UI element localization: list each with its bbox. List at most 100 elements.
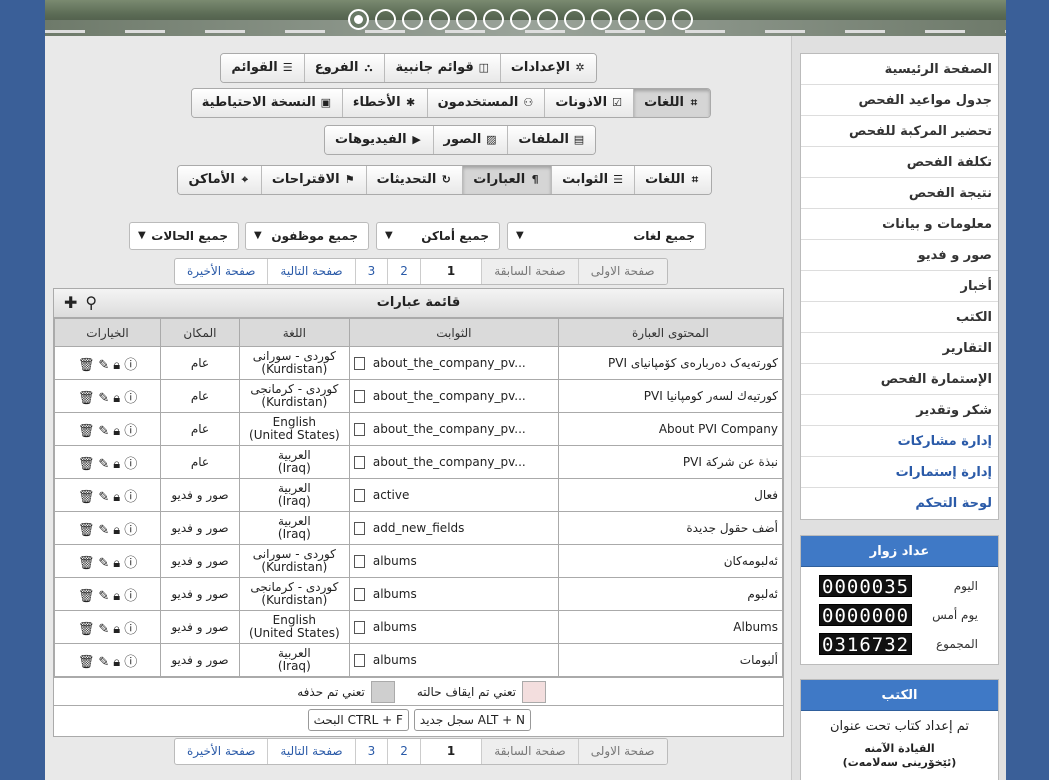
edit-icon[interactable]: ✎ [98,589,109,604]
table-row[interactable]: نبذة عن شركة PVI about_the_company_pv... ا… [53,445,784,479]
slider-dot[interactable] [348,9,369,30]
trash-icon[interactable]: 🗑︎ [78,391,95,406]
page-3-link[interactable]: 3 [354,739,388,764]
sidebar-item[interactable]: إدارة مشاركات [801,426,998,457]
edit-icon[interactable]: ✎ [98,457,109,472]
table-row[interactable]: أضف حقول جديدة add_new_fields العربية (Iraq… [53,511,784,545]
trash-icon[interactable]: 🗑︎ [78,556,95,571]
sidebar-item[interactable]: نتيجة الفحص [801,178,998,209]
edit-icon[interactable]: ✎ [98,358,109,373]
toolbar2-button[interactable]: ✱ الأخطاء [341,89,427,117]
sidebar-item[interactable]: تحضير المركبة للفحص [801,116,998,147]
info-icon[interactable]: ⓘ [124,585,137,604]
toolbar3-button[interactable]: ▶ الفيديوهات [325,126,433,154]
table-row[interactable]: ئەلبوم albums كوردى - كرمانجى (Kurdistan) صو… [53,577,784,611]
trash-icon[interactable]: 🗑︎ [78,457,95,472]
prev-page-button[interactable]: صفحة السابقة [481,739,578,764]
lock-icon[interactable]: 🔒︎ [113,589,120,604]
sidebar-item[interactable]: صور و فديو [801,240,998,271]
slider-dot[interactable] [429,9,450,30]
slider-dot[interactable] [402,9,423,30]
info-icon[interactable]: ⓘ [124,387,137,406]
sidebar-item[interactable]: الإستمارة الفحص [801,364,998,395]
info-icon[interactable]: ⓘ [124,420,137,439]
toolbar2-button[interactable]: ☑ الاذونات [544,89,634,117]
slider-dot[interactable] [483,9,504,30]
toolbar3-button[interactable]: ▤ الملفات [507,126,595,154]
edit-icon[interactable]: ✎ [98,523,109,538]
edit-icon[interactable]: ✎ [98,490,109,505]
next-page-button[interactable]: صفحة التالية [267,259,354,284]
lock-icon[interactable]: 🔒︎ [113,655,120,670]
book-title[interactable]: القيادة الآمنه [801,742,998,756]
lock-icon[interactable]: 🔒︎ [113,424,120,439]
table-row[interactable]: Albums albums English (United States) صور و … [53,610,784,644]
lock-icon[interactable]: 🔒︎ [113,457,120,472]
page-2-link[interactable]: 2 [387,739,420,764]
trash-icon[interactable]: 🗑︎ [78,622,95,637]
lock-icon[interactable]: 🔒︎ [113,391,120,406]
slider-dot[interactable] [591,9,612,30]
last-page-button[interactable]: صفحة الأخيرة [175,739,267,764]
statuses-select[interactable]: جميع الحالات ▼ [129,222,239,250]
places-select[interactable]: جميع أماكن ▼ [376,222,500,250]
toolbar2-button[interactable]: ⚇ المستخدمون [426,89,545,117]
info-icon[interactable]: ⓘ [124,552,137,571]
slider-dot[interactable] [456,9,477,30]
languages-select[interactable]: جميع لغات ▼ [507,222,706,250]
lock-icon[interactable]: 🔒︎ [113,556,120,571]
table-row[interactable]: كورتەیەک دەربارەی کۆمپانیای PVI about_the… [53,346,784,380]
table-row[interactable]: فعال active العربية (Iraq) صور و فديو ⓘ 🔒︎ ✎🗑︎ [53,478,784,512]
edit-icon[interactable]: ✎ [98,424,109,439]
info-icon[interactable]: ⓘ [124,651,137,670]
lock-icon[interactable]: 🔒︎ [113,523,120,538]
trash-icon[interactable]: 🗑︎ [78,490,95,505]
info-icon[interactable]: ⓘ [124,453,137,472]
toolbar1-button[interactable]: ✲ الإعدادات [499,54,596,82]
slider-dot[interactable] [672,9,693,30]
toolbar1-button[interactable]: ☰ القوائم [221,54,304,82]
toolbar4-button[interactable]: ¶ العبارات [462,166,552,194]
info-icon[interactable]: ⓘ [124,618,137,637]
add-icon[interactable]: ✚ [64,289,77,317]
prev-page-button[interactable]: صفحة السابقة [481,259,578,284]
toolbar2-button[interactable]: ▣ النسخة الاحتياطية [191,89,342,117]
sidebar-item[interactable]: شكر وتقدير [801,395,998,426]
edit-icon[interactable]: ✎ [98,622,109,637]
sidebar-item[interactable]: إدارة إستمارات [801,457,998,488]
table-row[interactable]: About PVI Company about_the_company_pv...… [53,412,784,446]
toolbar4-button[interactable]: ⌗ اللغات [634,166,711,194]
slider-dot[interactable] [564,9,585,30]
slider-dot[interactable] [618,9,639,30]
first-page-button[interactable]: صفحة الاولى [577,739,667,764]
toolbar4-button[interactable]: ⌖ الأماكن [178,166,261,194]
lock-icon[interactable]: 🔒︎ [113,622,120,637]
toolbar4-button[interactable]: ⚑ الاقتراحات [260,166,366,194]
trash-icon[interactable]: 🗑︎ [78,523,95,538]
sidebar-item[interactable]: لوحة التحكم [801,488,998,519]
sidebar-item[interactable]: تكلفة الفحص [801,147,998,178]
sidebar-item[interactable]: الكتب [801,302,998,333]
trash-icon[interactable]: 🗑︎ [78,589,95,604]
edit-icon[interactable]: ✎ [98,391,109,406]
slider-dot[interactable] [537,9,558,30]
sidebar-item[interactable]: جدول مواعيد الفحص [801,85,998,116]
info-icon[interactable]: ⓘ [124,486,137,505]
info-icon[interactable]: ⓘ [124,519,137,538]
trash-icon[interactable]: 🗑︎ [78,655,95,670]
slider-dot[interactable] [375,9,396,30]
toolbar1-button[interactable]: ⛬ الفروع [303,54,385,82]
toolbar4-button[interactable]: ↻ التحديثات [365,166,463,194]
lock-icon[interactable]: 🔒︎ [113,358,120,373]
employees-select[interactable]: جميع موظفون ▼ [245,222,369,250]
trash-icon[interactable]: 🗑︎ [78,358,95,373]
sidebar-item[interactable]: أخبار [801,271,998,302]
toolbar4-button[interactable]: ☰ الثوابت [551,166,635,194]
info-icon[interactable]: ⓘ [124,354,137,373]
sidebar-item[interactable]: التقارير [801,333,998,364]
search-icon[interactable]: ⚲ [85,289,97,317]
trash-icon[interactable]: 🗑︎ [78,424,95,439]
next-page-button[interactable]: صفحة التالية [267,739,354,764]
slider-dot[interactable] [645,9,666,30]
table-row[interactable]: ئەلبومەکان albums كوردى - سورانى (Kurdistan… [53,544,784,578]
